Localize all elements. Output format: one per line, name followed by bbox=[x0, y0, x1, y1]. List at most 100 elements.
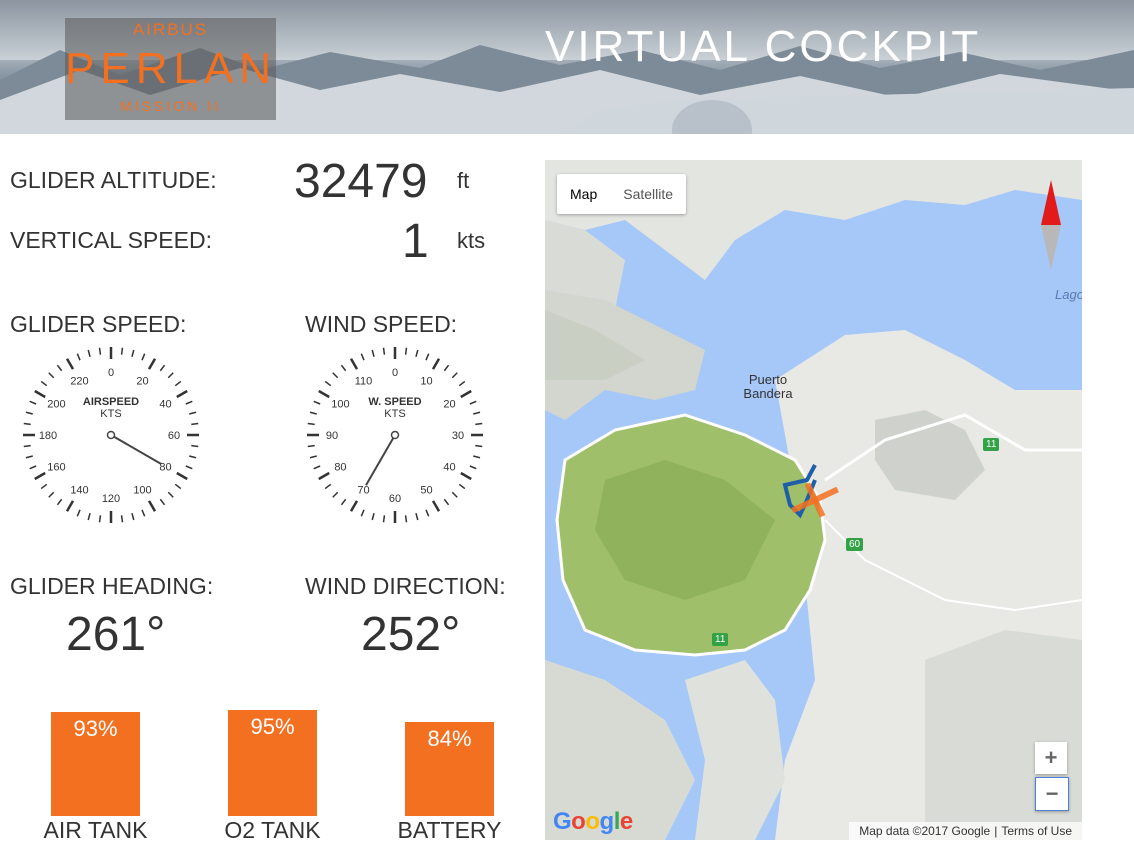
wind-speed-tick bbox=[307, 444, 315, 448]
map-view[interactable]: Map Satellite Puerto Bandera Lago 11 11 … bbox=[545, 160, 1082, 840]
map-type-map-button[interactable]: Map bbox=[557, 174, 610, 214]
airspeed-tick bbox=[29, 400, 37, 405]
wind-speed-tick bbox=[460, 471, 472, 481]
wind-speed-tick bbox=[340, 498, 347, 506]
airspeed-tick-label: 20 bbox=[136, 375, 148, 387]
wind-direction-label: WIND DIRECTION: bbox=[305, 573, 506, 599]
wind-speed-tick-label: 80 bbox=[334, 462, 346, 474]
airspeed-dial-unit: KTS bbox=[100, 408, 121, 420]
wind-speed-tick bbox=[332, 372, 339, 379]
place-label-puerto-bandera: Puerto Bandera bbox=[743, 372, 793, 401]
wind-speed-tick bbox=[349, 500, 359, 512]
airspeed-tick bbox=[40, 380, 48, 387]
wind-speed-tick bbox=[443, 498, 450, 506]
map-type-control: Map Satellite bbox=[557, 174, 687, 214]
wind-speed-needle bbox=[365, 434, 396, 486]
wind-speed-tick bbox=[404, 347, 408, 355]
wind-speed-tick bbox=[382, 515, 386, 523]
wind-speed-tick bbox=[431, 358, 441, 370]
wind-speed-tick-label: 10 bbox=[420, 375, 432, 387]
airspeed-tick-label: 0 bbox=[108, 367, 114, 379]
wind-speed-tick-label: 70 bbox=[357, 485, 369, 497]
airspeed-tick bbox=[34, 389, 46, 399]
logo-title: PERLAN bbox=[65, 44, 278, 93]
wind-speed-tick bbox=[451, 372, 458, 379]
airspeed-tick bbox=[159, 364, 166, 372]
vertical-speed-label: VERTICAL SPEED: bbox=[10, 227, 212, 253]
wind-speed-tick-label: 30 bbox=[452, 430, 464, 442]
wind-speed-tick-label: 100 bbox=[331, 399, 349, 411]
airspeed-tick bbox=[167, 372, 174, 379]
airspeed-tick bbox=[65, 358, 75, 370]
air-tank-label: AIR TANK bbox=[43, 817, 148, 843]
airspeed-tick-label: 180 bbox=[39, 430, 57, 442]
airspeed-tick bbox=[189, 411, 197, 415]
airspeed-tick-label: 200 bbox=[47, 399, 65, 411]
airspeed-tick-label: 140 bbox=[70, 485, 88, 497]
airspeed-tick bbox=[29, 465, 37, 470]
airspeed-tick bbox=[159, 498, 166, 506]
airspeed-tick bbox=[48, 491, 55, 498]
place-label-lago: Lago bbox=[1055, 287, 1082, 302]
battery-bar: 84% bbox=[405, 722, 494, 816]
airspeed-tick bbox=[76, 509, 81, 517]
glider-speed-label: GLIDER SPEED: bbox=[10, 311, 187, 337]
wind-speed-tick bbox=[360, 509, 365, 517]
vertical-speed-unit: kts bbox=[457, 228, 486, 253]
wind-speed-tick bbox=[309, 455, 317, 459]
wind-direction-value: 252° bbox=[361, 608, 461, 661]
wind-speed-tick bbox=[307, 422, 315, 426]
battery-percent: 84% bbox=[427, 726, 472, 751]
battery-label: BATTERY bbox=[397, 817, 502, 843]
wind-speed-tick bbox=[332, 491, 339, 498]
map-type-satellite-button[interactable]: Satellite bbox=[610, 174, 686, 214]
road-badge-11: 11 bbox=[983, 438, 1000, 451]
airspeed-tick bbox=[185, 400, 193, 405]
airspeed-tick bbox=[120, 347, 124, 355]
airspeed-tick-label: 220 bbox=[70, 375, 88, 387]
altitude-unit: ft bbox=[457, 168, 470, 193]
wind-speed-tick bbox=[475, 422, 483, 426]
airspeed-tick bbox=[174, 380, 182, 387]
wind-speed-tick-label: 50 bbox=[420, 485, 432, 497]
wind-speed-tick bbox=[469, 465, 477, 470]
airspeed-tick bbox=[147, 500, 157, 512]
wind-speed-tick bbox=[318, 389, 330, 399]
airspeed-dial-title: AIRSPEED bbox=[83, 396, 139, 408]
o2-tank-percent: 95% bbox=[250, 714, 295, 739]
wind-speed-tick bbox=[415, 349, 419, 357]
airspeed-tick bbox=[191, 422, 199, 426]
wind-speed-tick bbox=[349, 358, 359, 370]
o2-tank-bar: 95% bbox=[228, 710, 317, 816]
glider-heading-label: GLIDER HEADING: bbox=[10, 573, 214, 599]
wind-speed-tick bbox=[469, 400, 477, 405]
airspeed-tick bbox=[185, 465, 193, 470]
wind-speed-tick bbox=[371, 513, 375, 521]
wind-speed-dial-unit: KTS bbox=[384, 408, 405, 420]
airspeed-tick bbox=[191, 444, 199, 448]
wind-speed-tick bbox=[431, 500, 441, 512]
airspeed-tick bbox=[65, 500, 75, 512]
wind-speed-tick-label: 0 bbox=[392, 367, 398, 379]
airspeed-tick bbox=[23, 444, 31, 448]
glider-heading-value: 261° bbox=[66, 608, 166, 661]
terms-of-use-link[interactable]: Terms of Use bbox=[1001, 824, 1072, 838]
wind-speed-tick bbox=[425, 353, 430, 361]
zoom-in-button[interactable]: + bbox=[1035, 742, 1067, 774]
airspeed-tick bbox=[131, 349, 135, 357]
airspeed-tick bbox=[23, 422, 31, 426]
wind-speed-tick bbox=[460, 389, 472, 399]
wind-speed-tick bbox=[415, 513, 419, 521]
zoom-out-button[interactable]: − bbox=[1035, 777, 1069, 811]
wind-speed-tick bbox=[451, 491, 458, 498]
vertical-speed-value: 1 bbox=[402, 215, 429, 268]
wind-speed-tick bbox=[309, 411, 317, 415]
air-tank-percent: 93% bbox=[73, 716, 118, 741]
wind-speed-tick bbox=[473, 455, 481, 459]
page-title: VIRTUAL COCKPIT bbox=[545, 22, 982, 71]
airspeed-tick bbox=[141, 353, 146, 361]
wind-speed-tick-label: 90 bbox=[326, 430, 338, 442]
airspeed-tick-label: 160 bbox=[47, 462, 65, 474]
airspeed-tick bbox=[25, 455, 33, 459]
road-badge-11-south: 11 bbox=[712, 633, 729, 646]
